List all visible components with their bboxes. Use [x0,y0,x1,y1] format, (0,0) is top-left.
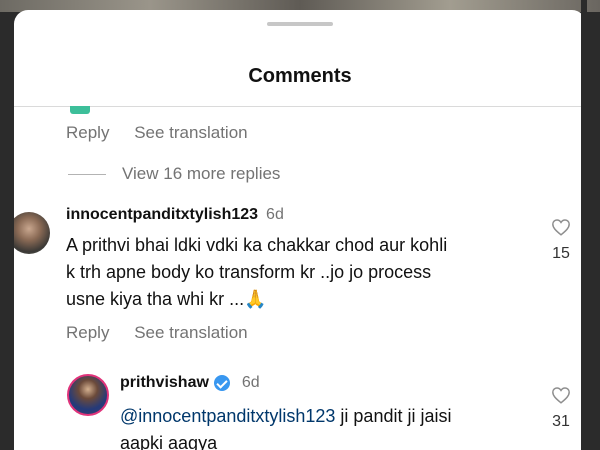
avatar[interactable] [14,212,50,254]
comment-text: A prithvi bhai ldki vdki ka chakkar chod… [66,232,447,313]
page-title: Comments [248,65,352,87]
username[interactable]: prithvishaw [120,374,209,392]
reply-text-rest: ji pandit ji jaisi [335,406,452,426]
comment-line: usne kiya tha whi kr ...🙏 [66,289,267,309]
view-more-replies-button[interactable]: View 16 more replies [68,164,280,184]
drag-handle[interactable] [267,22,333,26]
header-divider [14,106,586,107]
reply-text: @innocentpanditxtylish123 ji pandit ji j… [120,403,451,450]
comment-line: k trh apne body ko transform kr ..jo jo … [66,262,432,282]
emoji-fragment [70,106,90,114]
reply-button[interactable]: Reply [66,123,109,142]
like-count: 31 [552,413,570,430]
reply-button[interactable]: Reply [66,323,109,342]
see-translation-button[interactable]: See translation [134,123,247,142]
username[interactable]: innocentpanditxtylish123 [66,206,258,224]
comments-sheet: Comments Reply See translation View 16 m… [14,10,586,450]
like-count: 15 [552,245,570,262]
view-more-line [68,173,106,175]
reply-username-row: prithvishaw 6d [120,374,260,392]
previous-comment-actions: Reply See translation [66,123,268,143]
see-translation-button[interactable]: See translation [134,323,247,342]
avatar[interactable] [67,374,109,416]
mention-link[interactable]: @innocentpanditxtylish123 [120,406,335,426]
view-more-label: View 16 more replies [122,164,281,183]
comment-line: A prithvi bhai ldki vdki ka chakkar chod… [66,235,448,255]
right-edge [581,0,587,450]
verified-badge-icon [213,375,230,391]
reply-line: @innocentpanditxtylish123 ji pandit ji j… [120,403,451,430]
reply-line: aapki aagya [120,433,218,450]
comment-time: 6d [266,206,284,223]
comment-actions: Reply See translation [66,323,268,343]
heart-outline-icon[interactable] [551,386,571,404]
heart-outline-icon[interactable] [551,218,571,236]
comment-username-row: innocentpanditxtylish123 6d [66,206,284,224]
comment-time: 6d [241,374,260,391]
